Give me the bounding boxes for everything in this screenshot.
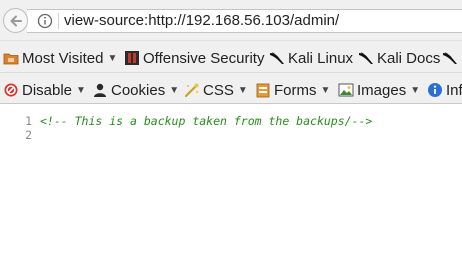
chevron-down-icon: ▼ [410, 84, 421, 96]
webdev-label: Inf [446, 81, 462, 99]
webdev-label: Disable [22, 81, 73, 99]
info-icon [37, 13, 53, 29]
images-icon [338, 82, 354, 98]
site-info-button[interactable] [34, 11, 56, 31]
source-line: 2 [0, 127, 462, 143]
bookmark-label: Kali Docs [377, 49, 441, 67]
webdev-information-menu[interactable]: Inf [427, 80, 462, 100]
webdev-images-menu[interactable]: Images ▼ [338, 80, 420, 100]
line-number: 2 [25, 128, 32, 142]
webdev-label: Forms [274, 81, 317, 99]
bookmark-offensive-security[interactable]: Offensive Security [124, 48, 264, 68]
bookmark-most-visited[interactable]: Most Visited ▼ [3, 48, 117, 68]
bookmark-label: Offensive Security [143, 49, 265, 67]
webdev-label: Images [357, 81, 407, 99]
webdev-label: Cookies [111, 81, 166, 99]
chevron-down-icon: ▼ [169, 84, 180, 96]
bookmark-kali-docs[interactable]: Kali Docs [358, 48, 440, 68]
kali-dragon-icon [269, 50, 285, 66]
bookmark-label: Kali Linux [288, 49, 354, 67]
bookmark-kali-linux[interactable]: Kali Linux [269, 48, 353, 68]
webdev-css-menu[interactable]: CSS ▼ [184, 80, 248, 100]
bookmark-label: Most Visited [22, 49, 104, 67]
offsec-icon [124, 50, 140, 66]
bookmark-overflow[interactable] [442, 48, 461, 68]
webdev-forms-menu[interactable]: Forms ▼ [255, 80, 330, 100]
kali-dragon-icon [358, 50, 374, 66]
chevron-down-icon: ▼ [76, 84, 86, 96]
back-button[interactable] [3, 8, 28, 33]
navigation-toolbar: view-source:http://192.168.56.103/admin/ [0, 0, 462, 40]
chevron-down-icon: ▼ [320, 84, 331, 96]
cookies-icon [92, 82, 108, 98]
webdev-disable-menu[interactable]: Disable ▼ [3, 80, 86, 100]
disable-icon [3, 82, 19, 98]
bookmarks-toolbar: Most Visited ▼ Offensive Security Kali L… [0, 40, 462, 72]
url-separator [58, 13, 59, 29]
chevron-down-icon: ▼ [107, 52, 118, 64]
webdev-label: CSS [203, 81, 234, 99]
folder-icon [3, 50, 19, 66]
url-text[interactable]: view-source:http://192.168.56.103/admin/ [64, 12, 339, 30]
css-icon [184, 82, 200, 98]
webdev-cookies-menu[interactable]: Cookies ▼ [92, 80, 179, 100]
web-developer-toolbar: Disable ▼ Cookies ▼ CSS ▼ Forms ▼ Images… [0, 72, 462, 104]
info-icon [427, 82, 443, 98]
back-arrow-icon [10, 15, 22, 26]
kali-dragon-icon [442, 50, 458, 66]
source-view: 1 <!-- This is a backup taken from the b… [0, 105, 462, 253]
forms-icon [255, 82, 271, 98]
chevron-down-icon: ▼ [237, 84, 248, 96]
